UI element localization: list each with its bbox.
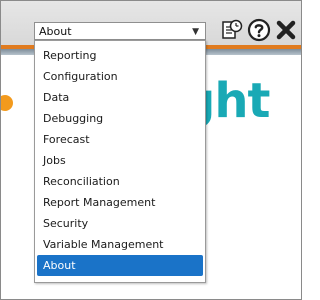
menu-option-variable-management[interactable]: Variable Management bbox=[37, 234, 203, 255]
module-dropdown-list: Reporting Configuration Data Debugging F… bbox=[34, 40, 206, 283]
menu-option-debugging[interactable]: Debugging bbox=[37, 108, 203, 129]
menu-option-report-management[interactable]: Report Management bbox=[37, 192, 203, 213]
report-schedule-icon[interactable] bbox=[220, 17, 244, 43]
menu-option-security[interactable]: Security bbox=[37, 213, 203, 234]
app-window: ght About ▼ Reporting Configuration Data… bbox=[0, 0, 302, 300]
chevron-down-icon: ▼ bbox=[192, 27, 199, 37]
module-select-value: About bbox=[39, 25, 72, 38]
menu-option-about[interactable]: About bbox=[37, 255, 203, 276]
menu-option-reconciliation[interactable]: Reconciliation bbox=[37, 171, 203, 192]
close-icon[interactable] bbox=[274, 17, 298, 43]
menu-option-reporting[interactable]: Reporting bbox=[37, 45, 203, 66]
help-icon[interactable] bbox=[247, 17, 271, 43]
module-select[interactable]: About ▼ bbox=[34, 22, 206, 40]
logo-dot bbox=[1, 95, 13, 111]
menu-option-data[interactable]: Data bbox=[37, 87, 203, 108]
menu-option-configuration[interactable]: Configuration bbox=[37, 66, 203, 87]
menu-option-forecast[interactable]: Forecast bbox=[37, 129, 203, 150]
menu-option-jobs[interactable]: Jobs bbox=[37, 150, 203, 171]
